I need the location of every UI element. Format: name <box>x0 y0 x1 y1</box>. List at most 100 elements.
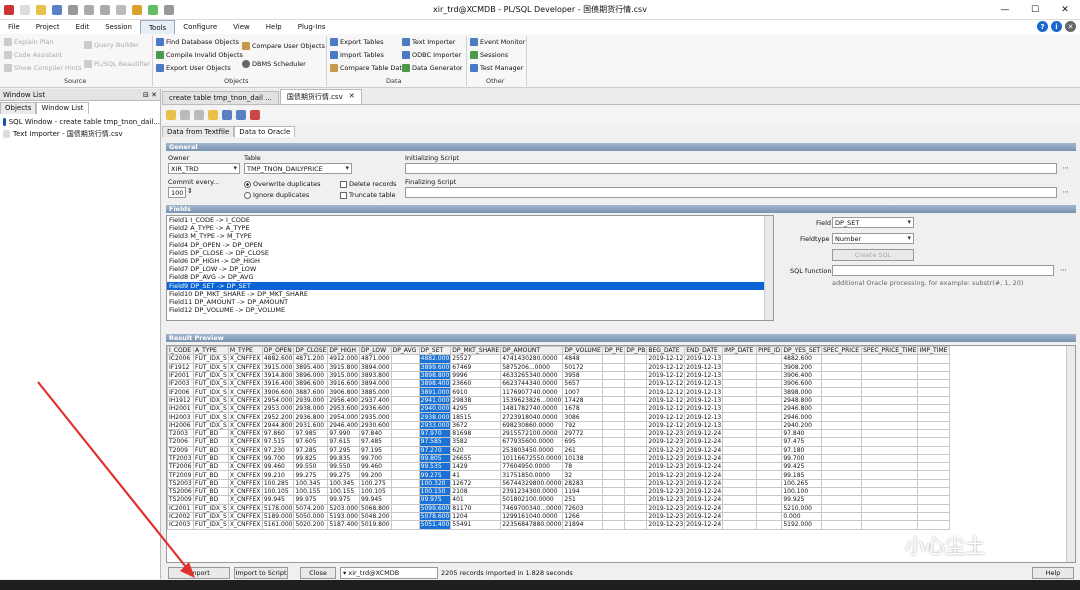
table-cell[interactable]: 9996 <box>450 370 502 381</box>
table-cell[interactable] <box>861 495 919 505</box>
table-cell[interactable]: 97.285 <box>293 445 329 455</box>
table-cell[interactable]: TF2009 <box>167 470 194 480</box>
table-cell[interactable] <box>917 404 951 414</box>
table-cell[interactable] <box>602 354 626 364</box>
table-cell[interactable]: FUT_IDX_S <box>193 404 229 414</box>
table-cell[interactable]: 2019-12-12 <box>646 412 686 422</box>
table-cell[interactable]: 620 <box>450 445 502 455</box>
table-cell[interactable]: 2938.000 <box>293 404 329 414</box>
table-cell[interactable]: 100.275 <box>359 478 392 489</box>
table-cell[interactable]: X_CNFFEX <box>227 478 263 489</box>
table-cell[interactable] <box>624 412 648 422</box>
table-cell[interactable]: 28283 <box>562 478 604 489</box>
table-cell[interactable] <box>624 503 648 513</box>
table-cell[interactable]: 4295 <box>450 404 502 414</box>
column-header[interactable]: DP_SET <box>418 346 452 356</box>
load-icon[interactable] <box>208 110 218 120</box>
menu-view[interactable]: View <box>225 20 258 34</box>
table-cell[interactable]: X_CNFFEX <box>227 437 263 447</box>
info-icon[interactable]: i <box>1051 21 1062 32</box>
table-cell[interactable]: 1429 <box>450 462 502 472</box>
table-cell[interactable]: X_CNFFEX <box>227 428 263 439</box>
table-cell[interactable]: 2019-12-23 <box>646 487 686 497</box>
table-cell[interactable]: 2930.600 <box>359 420 392 430</box>
table-cell[interactable] <box>756 511 783 522</box>
table-cell[interactable]: TS2006 <box>167 487 194 497</box>
table-cell[interactable]: 99.210 <box>261 470 295 480</box>
table-cell[interactable] <box>602 362 626 372</box>
table-cell[interactable]: 2019-12-24 <box>684 470 724 480</box>
compile-invalid-objects-button[interactable]: Compile Invalid Objects <box>156 51 243 59</box>
table-cell[interactable] <box>917 370 951 381</box>
table-cell[interactable] <box>722 404 758 414</box>
query-builder-button[interactable]: Query Builder <box>84 41 139 49</box>
table-cell[interactable]: 2915572100.0000 <box>500 428 564 439</box>
table-cell[interactable]: 3899.600 <box>418 362 452 372</box>
table-cell[interactable]: 2019-12-12 <box>646 370 686 381</box>
table-cell[interactable]: 3895.400 <box>293 362 329 372</box>
table-row[interactable]: IC2006 FUT_IDX_S X_CNFFEX 4882.600 4871.200 4… <box>167 354 951 364</box>
table-cell[interactable] <box>390 437 420 447</box>
test-manager-button[interactable]: Test Manager <box>470 64 523 72</box>
table-row[interactable]: TS2003 FUT_BD X_CNFFEX 100.285 100.345 100.34… <box>167 478 951 489</box>
menu-project[interactable]: Project <box>28 20 68 34</box>
table-cell[interactable]: 4633265340.0000 <box>500 370 564 381</box>
table-cell[interactable] <box>624 379 648 389</box>
table-cell[interactable]: 5099.600 <box>418 503 452 513</box>
table-cell[interactable] <box>390 412 420 422</box>
table-cell[interactable] <box>917 445 951 455</box>
table-cell[interactable] <box>624 511 648 522</box>
table-cell[interactable]: 2019-12-24 <box>684 478 724 489</box>
table-cell[interactable]: 2940.000 <box>418 404 452 414</box>
minimize-icon[interactable]: — <box>990 0 1020 20</box>
table-cell[interactable]: X_CNFFEX <box>227 445 263 455</box>
table-cell[interactable]: 99.700 <box>781 453 823 464</box>
table-cell[interactable]: 6910 <box>450 387 502 397</box>
table-cell[interactable] <box>756 478 783 489</box>
table-cell[interactable]: 2019-12-12 <box>646 395 686 406</box>
column-header[interactable]: M_TYPE <box>227 346 263 356</box>
table-cell[interactable] <box>390 379 420 389</box>
table-cell[interactable]: 99.535 <box>418 462 452 472</box>
table-cell[interactable]: IH2006 <box>167 420 194 430</box>
table-cell[interactable]: 2952.200 <box>261 412 295 422</box>
table-cell[interactable] <box>861 428 919 439</box>
table-cell[interactable]: 5019.800 <box>359 520 392 530</box>
table-cell[interactable] <box>821 354 863 364</box>
table-cell[interactable] <box>917 362 951 372</box>
table-cell[interactable]: 2019-12-13 <box>684 370 724 381</box>
table-cell[interactable]: 77604950.0000 <box>500 462 564 472</box>
table-cell[interactable] <box>722 395 758 406</box>
table-cell[interactable]: IF2006 <box>167 387 194 397</box>
table-cell[interactable]: 99.945 <box>359 495 392 505</box>
table-cell[interactable]: 97.840 <box>359 428 392 439</box>
table-cell[interactable]: 5020.200 <box>293 520 329 530</box>
table-cell[interactable] <box>722 495 758 505</box>
table-cell[interactable]: 32 <box>562 470 604 480</box>
table-cell[interactable]: 41 <box>450 470 502 480</box>
table-cell[interactable]: 2954.000 <box>261 395 295 406</box>
table-cell[interactable]: 2940.200 <box>781 420 823 430</box>
table-cell[interactable] <box>917 478 951 489</box>
table-cell[interactable] <box>602 445 626 455</box>
table-cell[interactable]: 2953.000 <box>261 404 295 414</box>
table-cell[interactable]: 97.970 <box>418 428 452 439</box>
table-cell[interactable] <box>602 462 626 472</box>
table-cell[interactable]: 2019-12-13 <box>684 387 724 397</box>
table-cell[interactable] <box>722 412 758 422</box>
field-mapping-item[interactable]: Field6 DP_HIGH -> DP_HIGH <box>167 257 773 265</box>
table-cell[interactable]: FUT_IDX_S <box>193 370 229 381</box>
table-row[interactable]: IH2001 FUT_IDX_S X_CNFFEX 2953.000 2938.000 2… <box>167 404 951 414</box>
table-cell[interactable] <box>917 379 951 389</box>
table-cell[interactable] <box>861 520 919 530</box>
table-cell[interactable]: IC2001 <box>167 503 194 513</box>
table-cell[interactable]: 99.700 <box>261 453 295 464</box>
table-cell[interactable]: FUT_IDX_S <box>193 362 229 372</box>
table-cell[interactable] <box>390 395 420 406</box>
import-to-script-button[interactable]: Import to Script <box>234 567 288 579</box>
table-cell[interactable] <box>821 503 863 513</box>
table-cell[interactable]: 3958 <box>562 370 604 381</box>
table-cell[interactable]: 99.975 <box>418 495 452 505</box>
ignore-duplicates-radio[interactable]: Ignore duplicates <box>244 191 309 199</box>
commit-every-input[interactable]: 100 <box>168 187 186 198</box>
